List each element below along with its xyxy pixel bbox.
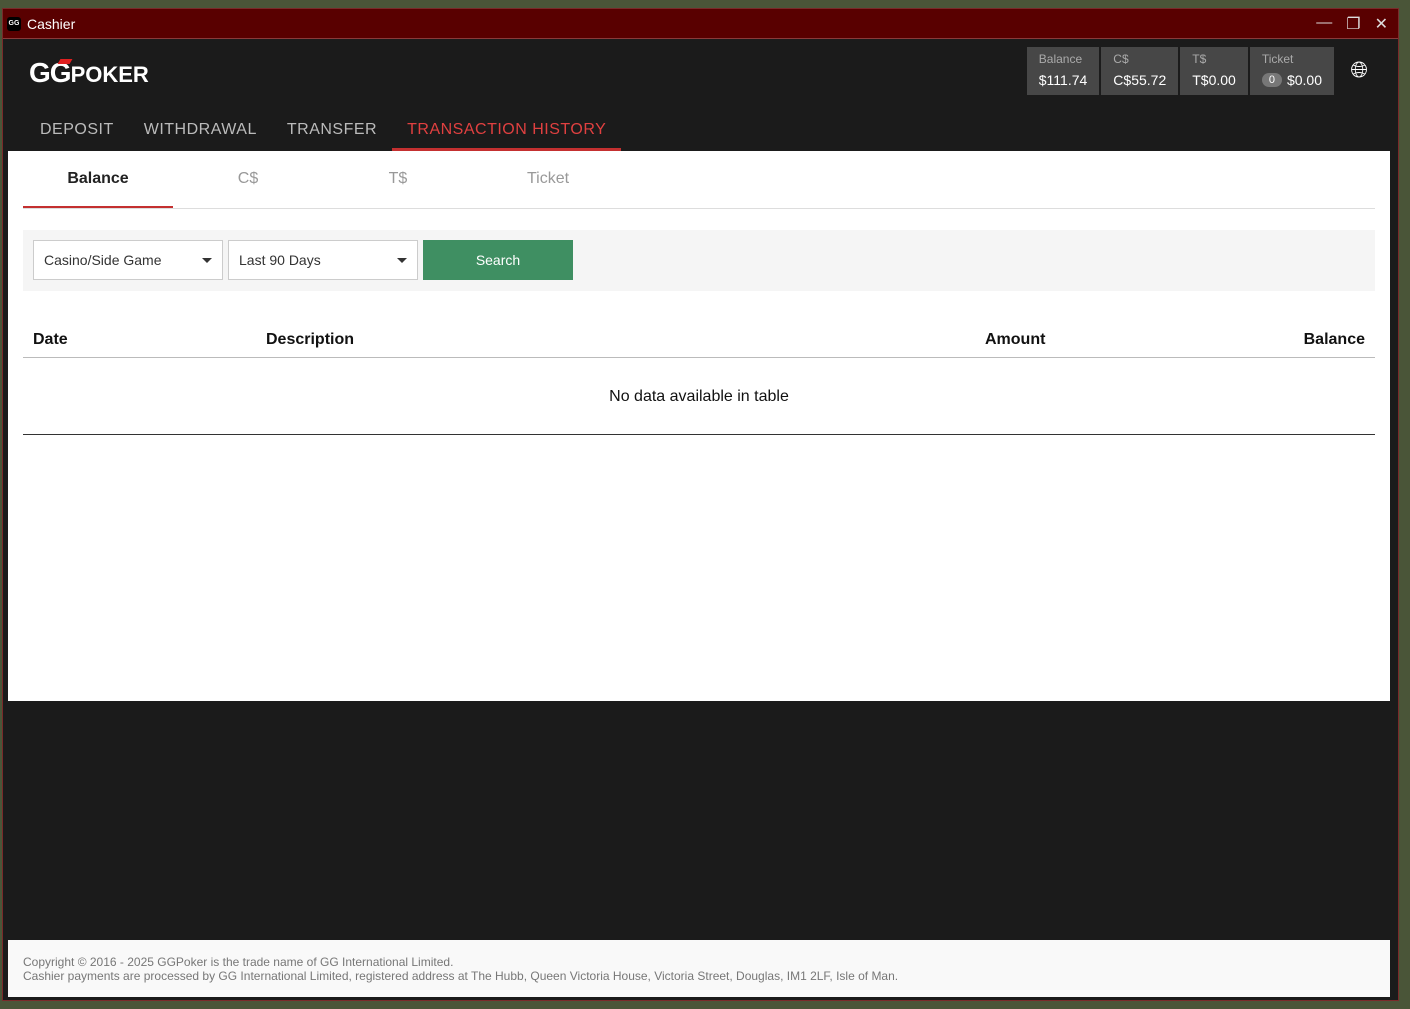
subtabs: Balance C$ T$ Ticket: [23, 151, 1375, 209]
search-button[interactable]: Search: [423, 240, 573, 280]
header: GGPOKER Balance $111.74 C$ C$55.72 T$ T$0.0…: [3, 39, 1398, 151]
col-date: Date: [23, 323, 256, 358]
empty-message: No data available in table: [23, 357, 1375, 435]
title-bar: GG Cashier — ❐ ✕: [3, 9, 1398, 39]
subtab-balance[interactable]: Balance: [23, 151, 173, 208]
transaction-history-panel: Balance C$ T$ Ticket Casino/Side Game La…: [8, 151, 1390, 701]
window-title: Cashier: [27, 15, 76, 32]
subtab-cdollar[interactable]: C$: [173, 151, 323, 208]
ticket-count-badge: 0: [1261, 73, 1282, 87]
wallet-tdollar: T$ T$0.00: [1180, 47, 1248, 95]
main-nav: DEPOSIT WITHDRAWAL TRANSFER TRANSACTION …: [25, 115, 622, 151]
footer: Copyright © 2016 - 2025 GGPoker is the t…: [8, 940, 1390, 997]
minimize-icon[interactable]: —: [1316, 14, 1332, 34]
tab-transaction-history[interactable]: TRANSACTION HISTORY: [392, 115, 622, 151]
subtab-ticket[interactable]: Ticket: [473, 151, 623, 208]
close-icon[interactable]: ✕: [1375, 14, 1388, 34]
col-amount: Amount: [975, 323, 1175, 358]
subtab-tdollar[interactable]: T$: [323, 151, 473, 208]
tab-deposit[interactable]: DEPOSIT: [25, 115, 129, 151]
wallet-ticket: Ticket 0 $0.00: [1249, 47, 1334, 95]
transactions-table: Date Description Amount Balance No data …: [23, 323, 1375, 435]
chevron-down-icon: [397, 257, 407, 263]
wallet-cdollar: C$ C$55.72: [1101, 47, 1179, 95]
col-description: Description: [256, 323, 975, 358]
cashier-window: GG Cashier — ❐ ✕ GGPOKER Balance $111.74 …: [2, 8, 1399, 1001]
app-icon: GG: [7, 16, 21, 31]
tab-withdrawal[interactable]: WITHDRAWAL: [129, 115, 272, 151]
copyright-text: Copyright © 2016 - 2025 GGPoker is the t…: [23, 955, 454, 969]
col-balance: Balance: [1175, 323, 1375, 358]
game-type-select[interactable]: Casino/Side Game: [33, 240, 223, 280]
period-select[interactable]: Last 90 Days: [228, 240, 418, 280]
globe-icon[interactable]: 🌐︎: [1350, 57, 1368, 83]
filter-bar: Casino/Side Game Last 90 Days Search: [23, 230, 1375, 291]
address-text: Cashier payments are processed by GG Int…: [23, 969, 899, 983]
tab-transfer[interactable]: TRANSFER: [272, 115, 392, 151]
restore-icon[interactable]: ❐: [1346, 14, 1360, 34]
wallet-summary: Balance $111.74 C$ C$55.72 T$ T$0.00 Ticket…: [1026, 47, 1334, 95]
wallet-balance: Balance $111.74: [1026, 47, 1100, 95]
ggpoker-logo: GGPOKER: [29, 57, 149, 88]
chevron-down-icon: [202, 257, 212, 263]
